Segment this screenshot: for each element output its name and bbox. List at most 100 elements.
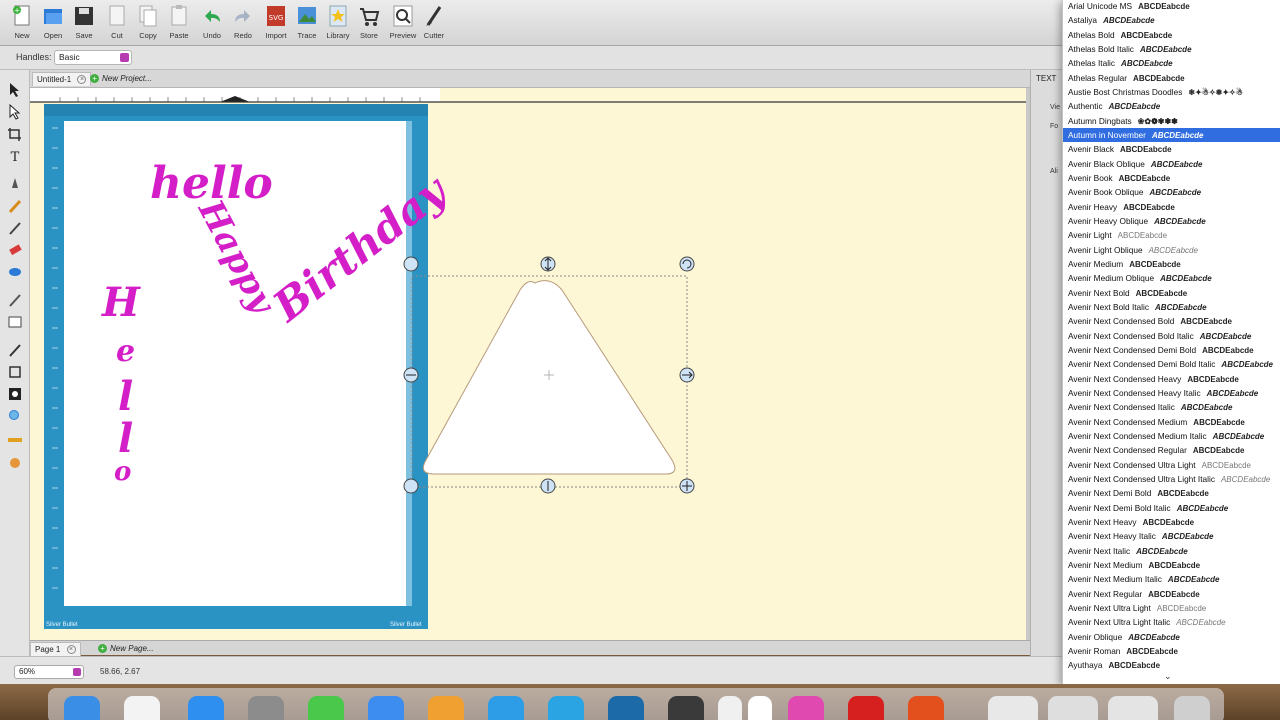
new-project-tab[interactable]: + New Project... [86,72,156,86]
save-button[interactable]: Save [69,4,99,40]
rectangle-tool-icon[interactable] [7,314,23,330]
cutter-app-icon[interactable] [908,696,944,720]
undo-button[interactable]: Undo [197,4,227,40]
close-icon[interactable]: × [66,645,76,655]
font-menu-item[interactable]: Avenir Medium ABCDEabcde [1063,257,1280,271]
font-menu-item[interactable]: Athelas Regular ABCDEabcde [1063,71,1280,85]
new-button[interactable]: + New [7,4,37,40]
font-menu-item[interactable]: Avenir Next Demi Bold Italic ABCDEabcde [1063,501,1280,515]
crop-icon[interactable] [7,126,23,142]
cutter-button[interactable]: Cutter [419,4,449,40]
font-dropdown-menu[interactable]: Arial Unicode MS ABCDEabcde Astaliya ABCDEa… [1062,0,1280,684]
design-workspace[interactable]: hello Happy Birthday H e l l o Silver Bu… [30,88,1030,640]
font-menu-item[interactable]: Avenir Next Medium Italic ABCDEabcde [1063,572,1280,586]
new-page-tab[interactable]: + New Page... [94,642,158,656]
window-thumbnail[interactable] [1048,696,1098,720]
font-menu-item[interactable]: Avenir Next Bold Italic ABCDEabcde [1063,300,1280,314]
document-icon[interactable] [718,696,742,720]
app-store-icon[interactable] [188,696,224,720]
tab-page-1[interactable]: Page 1 × [30,642,81,656]
text-tool-icon[interactable]: T [7,148,23,164]
font-menu-item[interactable]: Avenir Next Ultra Light ABCDEabcde [1063,601,1280,615]
finder-icon[interactable] [64,696,100,720]
font-menu-item[interactable]: Avenir Black Oblique ABCDEabcde [1063,157,1280,171]
select-arrow-icon[interactable] [7,82,23,98]
font-menu-item[interactable]: Avenir Next Heavy ABCDEabcde [1063,515,1280,529]
font-menu-item[interactable]: Avenir Book Oblique ABCDEabcde [1063,185,1280,199]
crop-rect-icon[interactable] [7,364,23,380]
font-menu-item[interactable]: Avenir Heavy ABCDEabcde [1063,200,1280,214]
font-menu-item[interactable]: Avenir Book ABCDEabcde [1063,171,1280,185]
font-menu-item[interactable]: Avenir Next Demi Bold ABCDEabcde [1063,486,1280,500]
zoom-select[interactable]: 60% [14,665,84,679]
font-menu-item[interactable]: Avenir Next Heavy Italic ABCDEabcde [1063,529,1280,543]
font-menu-item[interactable]: Avenir Next Italic ABCDEabcde [1063,544,1280,558]
font-menu-item[interactable]: Autumn in November ABCDEabcde [1063,127,1280,142]
library-button[interactable]: Library [323,4,353,40]
node-edit-icon[interactable] [7,104,23,120]
pen-tool-icon[interactable] [7,220,23,236]
font-menu-item[interactable]: Avenir Medium Oblique ABCDEabcde [1063,271,1280,285]
font-menu-item[interactable]: Avenir Next Condensed Bold ABCDEabcde [1063,314,1280,328]
weld-tool-icon[interactable] [7,342,23,358]
design-app-icon[interactable] [788,696,824,720]
trash-icon[interactable] [1174,696,1210,720]
cut-button[interactable]: Cut [102,4,132,40]
ruler-tool-icon[interactable] [7,432,23,448]
scroll-down-chevron-icon[interactable]: ⌄ [1164,671,1172,682]
paste-button[interactable]: Paste [164,4,194,40]
file-icon[interactable] [748,696,772,720]
font-menu-item[interactable]: Avenir Next Condensed Medium Italic ABCDE… [1063,429,1280,443]
font-menu-item[interactable]: Avenir Next Condensed Demi Bold ABCDEabcd… [1063,343,1280,357]
font-menu-item[interactable]: Avenir Next Condensed Regular ABCDEabcde [1063,443,1280,457]
zoom-tool-icon[interactable] [7,408,23,424]
font-menu-item[interactable]: Athelas Bold ABCDEabcde [1063,28,1280,42]
tab-untitled-1[interactable]: Untitled-1 × [32,72,92,86]
font-menu-item[interactable]: Astaliya ABCDEabcde [1063,13,1280,27]
open-button[interactable]: Open [38,4,68,40]
font-menu-item[interactable]: Avenir Next Bold ABCDEabcde [1063,286,1280,300]
pan-hand-icon[interactable] [7,454,23,470]
font-menu-item[interactable]: Avenir Next Condensed Italic ABCDEabcde [1063,400,1280,414]
window-thumbnail[interactable] [988,696,1038,720]
copy-button[interactable]: Copy [133,4,163,40]
preview-button[interactable]: Preview [388,4,418,40]
window-thumbnail[interactable] [1108,696,1158,720]
ellipse-tool-icon[interactable] [7,264,23,280]
photos-icon[interactable] [124,696,160,720]
eyedropper-icon[interactable] [7,292,23,308]
font-menu-item[interactable]: Authentic ABCDEabcde [1063,99,1280,113]
font-menu-item[interactable]: Avenir Heavy Oblique ABCDEabcde [1063,214,1280,228]
font-menu-item[interactable]: Austie Bost Christmas Doodles ❄✦☃✧❅✦✧☃ [1063,85,1280,99]
font-menu-item[interactable]: Avenir Black ABCDEabcde [1063,142,1280,156]
redo-button[interactable]: Redo [228,4,258,40]
font-menu-item[interactable]: Avenir Next Condensed Ultra Light Italic… [1063,472,1280,486]
guitar-app-icon[interactable] [608,696,644,720]
font-menu-item[interactable]: Avenir Next Condensed Medium ABCDEabcde [1063,415,1280,429]
font-menu-item[interactable]: Avenir Light Oblique ABCDEabcde [1063,243,1280,257]
font-menu-item[interactable]: Avenir Next Condensed Bold Italic ABCDEab… [1063,329,1280,343]
font-menu-item[interactable]: Avenir Light ABCDEabcde [1063,228,1280,242]
handles-select[interactable]: Basic [54,50,132,65]
messages-icon[interactable] [308,696,344,720]
vlc-icon[interactable] [428,696,464,720]
knife-tool-icon[interactable] [7,176,23,192]
eraser-icon[interactable] [7,242,23,258]
pencil-tool-icon[interactable] [7,198,23,214]
import-button[interactable]: SVG Import [261,4,291,40]
camera-app-icon[interactable] [668,696,704,720]
tab-text[interactable]: TEXT [1036,74,1056,83]
font-menu-item[interactable]: Avenir Next Condensed Heavy ABCDEabcde [1063,372,1280,386]
font-menu-item[interactable]: Avenir Roman ABCDEabcde [1063,644,1280,658]
font-menu-item[interactable]: Arial Unicode MS ABCDEabcde [1063,0,1280,13]
font-menu-item[interactable]: Athelas Italic ABCDEabcde [1063,56,1280,70]
trace-button[interactable]: Trace [292,4,322,40]
shadow-tool-icon[interactable] [7,386,23,402]
font-menu-item[interactable]: Avenir Next Regular ABCDEabcde [1063,587,1280,601]
system-preferences-icon[interactable] [248,696,284,720]
store-button[interactable]: Store [354,4,384,40]
silhouette-icon[interactable] [848,696,884,720]
font-menu-item[interactable]: Avenir Next Medium ABCDEabcde [1063,558,1280,572]
telegram-icon[interactable] [548,696,584,720]
font-menu-item[interactable]: Avenir Next Condensed Ultra Light ABCDEab… [1063,458,1280,472]
